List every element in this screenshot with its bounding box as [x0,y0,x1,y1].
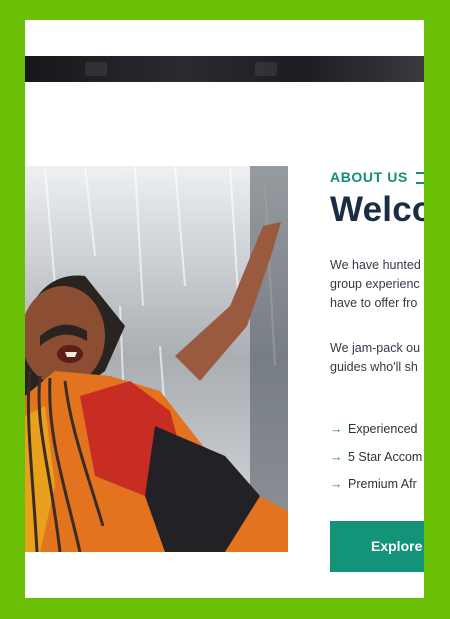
feature-item: → Experienced [330,420,418,438]
strip-detail [85,62,107,76]
paragraph-line: guides who'll sh [330,360,418,374]
intro-paragraph: We have hunted group experienc have to o… [330,256,421,313]
feature-item: → Premium Afr [330,475,417,493]
section-eyebrow: ABOUT US [330,169,408,185]
arrow-right-icon: → [330,477,343,491]
paragraph-line: We jam-pack ou [330,341,421,355]
feature-label: 5 Star Accom [348,450,423,464]
arrow-right-icon: → [330,422,343,436]
feature-item: → 5 Star Accom [330,448,422,466]
feature-label: Premium Afr [348,477,417,491]
arrow-right-icon: → [330,450,343,464]
explore-button[interactable]: Explore [330,521,424,572]
paragraph-line: group experienc [330,277,420,291]
strip-detail [255,62,277,76]
about-photo-woman-in-waterfall [25,166,288,552]
feature-label: Experienced [348,422,418,436]
paragraph-line: have to offer fro [330,296,418,310]
paragraph-line: We have hunted [330,258,421,272]
page-frame: ABOUT US Welco We have hunted group expe… [25,20,424,598]
hero-image-strip [25,56,424,82]
eyebrow-line-icon [416,172,424,184]
photo-illustration [25,166,288,552]
section-heading: Welco [330,190,424,229]
detail-paragraph: We jam-pack ou guides who'll sh [330,339,420,377]
